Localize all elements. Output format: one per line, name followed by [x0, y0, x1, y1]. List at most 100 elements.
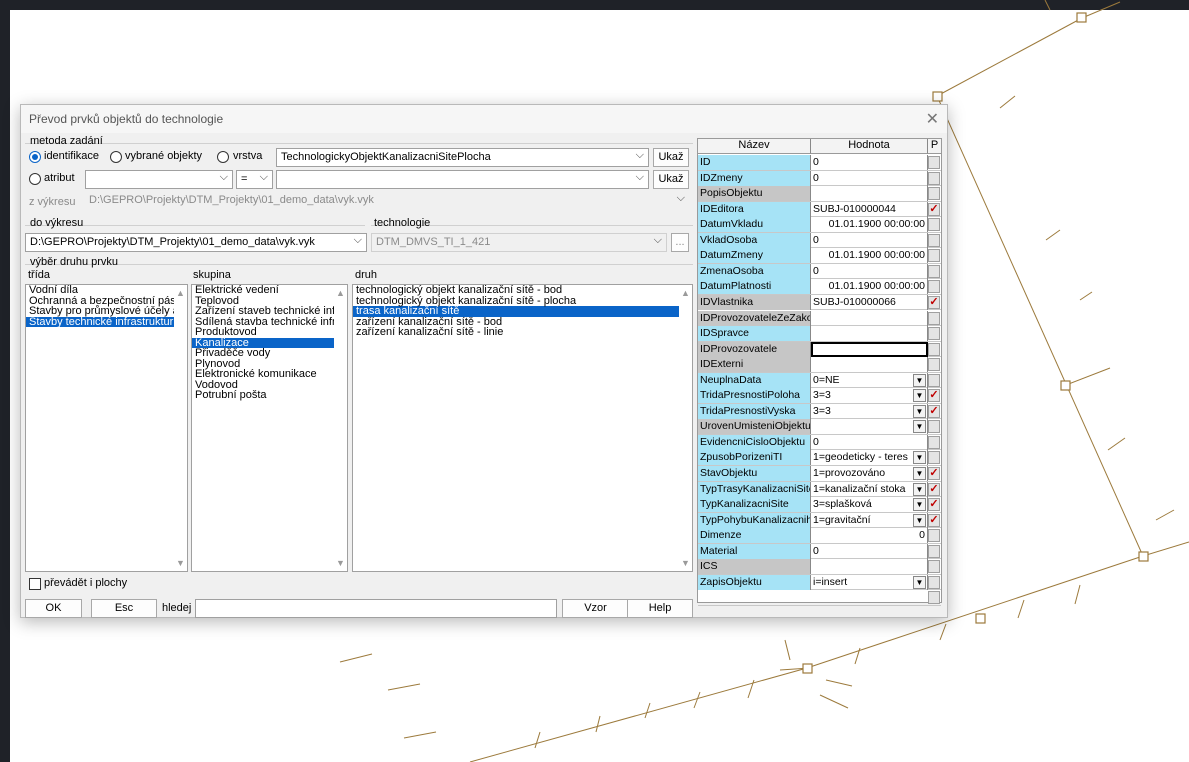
vybrane-objekty-radio[interactable]: [110, 151, 122, 163]
grid-row-value[interactable]: 0: [811, 434, 928, 450]
p-checkbox[interactable]: [928, 218, 940, 232]
grid-row-value[interactable]: [811, 559, 928, 575]
grid-row-value[interactable]: 0: [811, 263, 928, 279]
trida-scrollbar[interactable]: ▲ ▼: [174, 285, 187, 571]
p-checked-icon[interactable]: ✓: [928, 295, 940, 309]
grid-row-value[interactable]: 1=geodeticky - teres ▼: [811, 450, 928, 466]
vrstva-label[interactable]: vrstva: [233, 150, 262, 162]
grid-row-value[interactable]: i=insert ▼: [811, 574, 928, 590]
do-vykresu-select[interactable]: D:\GEPRO\Projekty\DTM_Projekty\01_demo_d…: [25, 233, 367, 252]
skupina-scrollbar[interactable]: ▲ ▼: [334, 285, 347, 571]
scroll-down-icon[interactable]: ▼: [336, 558, 345, 569]
p-checkbox[interactable]: [928, 311, 940, 325]
p-checkbox[interactable]: [928, 280, 940, 294]
trida-list-item[interactable]: Stavby pro průmyslové účely a: [26, 306, 187, 317]
p-checkbox[interactable]: [928, 327, 940, 341]
dropdown-arrow-icon[interactable]: ▼: [913, 498, 926, 512]
p-checkbox[interactable]: [928, 420, 940, 434]
grid-row-value[interactable]: 0: [811, 155, 928, 170]
vzor-button[interactable]: Vzor: [562, 599, 629, 618]
p-checkbox[interactable]: [928, 156, 940, 169]
dropdown-arrow-icon[interactable]: ▼: [913, 373, 926, 387]
grid-row-value[interactable]: [811, 326, 928, 342]
dropdown-arrow-icon[interactable]: ▼: [913, 389, 926, 403]
p-checkbox[interactable]: [928, 544, 940, 558]
scroll-down-icon[interactable]: ▼: [681, 558, 690, 569]
dropdown-arrow-icon[interactable]: ▼: [913, 467, 926, 480]
p-checkbox[interactable]: [928, 187, 940, 201]
dropdown-arrow-icon[interactable]: ▼: [913, 513, 926, 527]
skupina-list-item[interactable]: Elektrické vedení: [192, 285, 347, 296]
attribute-value-select[interactable]: ⌵: [276, 170, 649, 189]
p-checkbox[interactable]: [928, 529, 940, 543]
p-checkbox[interactable]: [928, 358, 940, 372]
dropdown-arrow-icon[interactable]: ▼: [913, 404, 926, 418]
p-checkbox[interactable]: [928, 171, 940, 185]
prevadet-plochy-checkbox[interactable]: [29, 578, 41, 590]
grid-row-value[interactable]: [811, 357, 928, 373]
grid-row-value[interactable]: 1=gravitační ▼: [811, 512, 928, 528]
p-checked-icon[interactable]: ✓: [928, 404, 940, 418]
technologie-browse-button[interactable]: ...: [671, 233, 689, 252]
p-checkbox[interactable]: [928, 451, 940, 465]
grid-row-value[interactable]: [811, 310, 928, 326]
esc-button[interactable]: Esc: [91, 599, 157, 618]
atribut-radio[interactable]: [29, 173, 41, 185]
grid-row-value[interactable]: 0: [811, 528, 928, 544]
scroll-down-icon[interactable]: ▼: [176, 558, 185, 569]
grid-row-value[interactable]: 1=provozováno ▼: [811, 466, 928, 481]
p-checkbox[interactable]: [928, 342, 940, 356]
p-checked-icon[interactable]: ✓: [928, 482, 940, 496]
dropdown-arrow-icon[interactable]: ▼: [913, 451, 926, 465]
dropdown-arrow-icon[interactable]: ▼: [913, 420, 926, 434]
trida-list-item[interactable]: Stavby technické infrastruktur: [26, 316, 187, 327]
p-checked-icon[interactable]: ✓: [928, 513, 940, 527]
grid-row-value[interactable]: SUBJ-010000066: [811, 294, 928, 310]
operator-select[interactable]: = ⌵: [236, 170, 273, 189]
skupina-list-item[interactable]: Zařízení staveb technické infr: [192, 306, 347, 317]
grid-row-value[interactable]: [811, 341, 928, 357]
skupina-list-item[interactable]: Přivaděče vody: [192, 348, 347, 359]
close-icon[interactable]: ✕: [926, 109, 939, 129]
p-checkbox[interactable]: [928, 591, 940, 605]
help-button[interactable]: Help: [627, 599, 693, 618]
identifikace-radio[interactable]: [29, 151, 41, 163]
druh-scrollbar[interactable]: ▲ ▼: [679, 285, 692, 571]
p-checkbox[interactable]: [928, 249, 940, 263]
grid-row-value[interactable]: 01.01.1900 00:00:00: [811, 217, 928, 233]
ok-button[interactable]: OK: [25, 599, 82, 618]
grid-row-value[interactable]: 01.01.1900 00:00:00: [811, 279, 928, 295]
p-checkbox[interactable]: [928, 264, 940, 278]
dropdown-arrow-icon[interactable]: ▼: [913, 575, 926, 589]
grid-row-value[interactable]: 1=kanalizační stoka ▼: [811, 481, 928, 497]
druh-list-item[interactable]: technologický objekt kanalizační sítě - …: [353, 285, 692, 296]
p-checked-icon[interactable]: ✓: [928, 202, 940, 216]
druh-list[interactable]: technologický objekt kanalizační sítě - …: [352, 284, 693, 572]
grid-row-value[interactable]: ▼: [811, 419, 928, 435]
grid-row-value[interactable]: 0=NE ▼: [811, 372, 928, 388]
skupina-list[interactable]: Elektrické vedení Teplovod Zařízení staveb…: [191, 284, 348, 572]
p-checkbox[interactable]: [928, 435, 940, 449]
grid-row-value[interactable]: [811, 186, 928, 202]
druh-list-item[interactable]: zařízení kanalizační sítě - linie: [353, 327, 692, 338]
scroll-up-icon[interactable]: ▲: [336, 288, 345, 299]
grid-row-value[interactable]: 3=3 ▼: [811, 388, 928, 404]
grid-row-value[interactable]: 0: [811, 232, 928, 248]
p-checkbox[interactable]: [928, 373, 940, 387]
druh-list-item[interactable]: trasa kanalizační sítě: [353, 306, 692, 317]
scroll-up-icon[interactable]: ▲: [681, 288, 690, 299]
vrstva-radio[interactable]: [217, 151, 229, 163]
identifikace-label[interactable]: identifikace: [44, 150, 99, 162]
p-checkbox[interactable]: [928, 233, 940, 247]
grid-row-value[interactable]: 3=splašková ▼: [811, 497, 928, 513]
grid-row-value[interactable]: 3=3 ▼: [811, 403, 928, 419]
grid-row-value[interactable]: 0: [811, 170, 928, 186]
skupina-list-item[interactable]: Elektronické komunikace: [192, 369, 347, 380]
p-checked-icon[interactable]: ✓: [928, 498, 940, 512]
trida-list[interactable]: Vodní díla Ochranná a bezpečnostní pásm St…: [25, 284, 188, 572]
vybrane-objekty-label[interactable]: vybrané objekty: [125, 150, 202, 162]
grid-row-value[interactable]: SUBJ-010000044: [811, 201, 928, 217]
layer-select[interactable]: TechnologickyObjektKanalizacniSitePlocha…: [276, 148, 649, 167]
skupina-list-item[interactable]: Potrubní pošta: [192, 390, 347, 401]
hledej-input[interactable]: [195, 599, 557, 618]
